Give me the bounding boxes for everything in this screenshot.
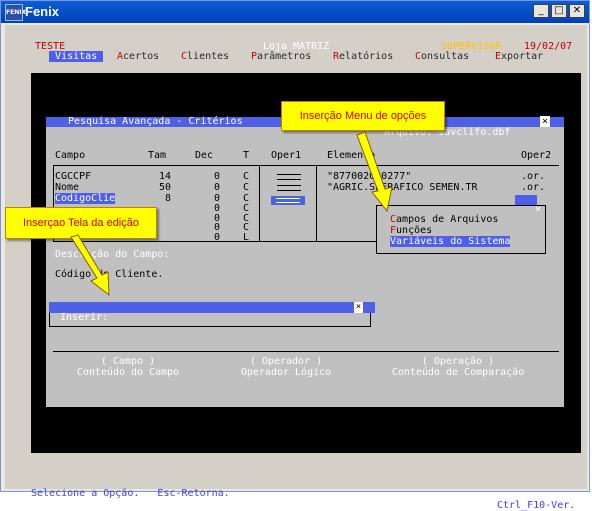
cell-elemento: "877002000277": [327, 171, 412, 182]
cell-tam: 8: [165, 193, 172, 204]
menu-label: certos: [123, 51, 160, 62]
menu-label: isitas: [61, 51, 98, 62]
menu-label: arâmetros: [257, 51, 312, 62]
window-title: Fenix: [25, 4, 59, 19]
table-header-divider: [53, 165, 559, 166]
edit-close-button[interactable]: ×: [354, 302, 363, 313]
field-description-label: Descrição do Campo:: [55, 249, 170, 260]
footer-operador-subtitle: Operador Lógico: [240, 367, 332, 378]
menu-item-exportar[interactable]: Exportar: [495, 51, 543, 62]
shortcut-hint: Ctrl_F10-Ver.: [497, 500, 576, 511]
col-header-campo: Campo: [55, 150, 86, 161]
popup-item-variaveis-sistema[interactable]: Variáveis do Sistema: [390, 236, 511, 247]
col-header-elemento: Elemento: [327, 150, 376, 161]
footer-operacao-title[interactable]: ( Operação ): [401, 356, 515, 367]
cell-dec: 0: [214, 182, 221, 193]
oper2-selected-cell[interactable]: [515, 195, 537, 205]
equals-operator-icon: [277, 185, 301, 191]
footer-operacao-subtitle: Conteúdo de Comparação: [391, 367, 525, 378]
col-header-oper2: Oper2: [521, 150, 552, 161]
cell-tam: 14: [159, 171, 172, 182]
minimize-button[interactable]: _: [533, 4, 549, 18]
menu-item-acertos[interactable]: Acertos: [117, 51, 159, 62]
menu-label: unções: [396, 225, 433, 236]
cell-campo: CodigoClie: [55, 193, 116, 204]
dialog-close-button[interactable]: ×: [540, 116, 550, 127]
callout-text: Inserção Menu de opções: [299, 110, 427, 122]
cell-type: C: [243, 182, 250, 193]
menu-item-consultas[interactable]: Consultas: [415, 51, 469, 62]
insert-field[interactable]: Inserir:: [49, 312, 371, 327]
dialog-title: Pesquisa Avançada - Critérios: [68, 116, 243, 127]
menu-label: ampos de Arquivos: [396, 214, 499, 225]
menu-label: elatórios: [339, 51, 394, 62]
footer-campo-title[interactable]: ( Campo ): [71, 356, 185, 367]
footer-divider: [53, 351, 559, 352]
footer-campo-subtitle: Conteúdo do Campo: [76, 367, 180, 378]
menu-label: lientes: [187, 51, 230, 62]
menu-label: onsultas: [421, 51, 470, 62]
cell-elemento: "AGRIC.SPERAFICO SEMEN.TR: [327, 182, 478, 193]
popup-item-funcoes[interactable]: Funções: [390, 225, 432, 236]
close-button[interactable]: ✕: [569, 4, 585, 18]
menu-label: ariáveis do Sistema: [396, 236, 511, 247]
app-window: FENIX Fenix _ □ ✕ TESTE Loja MATRIZ SUPE…: [0, 0, 590, 511]
menu-item-relatorios[interactable]: Relatórios: [333, 51, 393, 62]
equals-operator-icon: [277, 174, 301, 180]
menu-item-visitas[interactable]: Visitas: [49, 51, 104, 62]
edit-scroll-block: [363, 302, 375, 313]
popup-item-campos-arquivos[interactable]: Campos de Arquivos: [390, 214, 498, 225]
footer-operador-title[interactable]: ( Operador ): [229, 356, 343, 367]
operator-cell-selected[interactable]: [271, 196, 305, 205]
col-header-dec: Dec: [195, 150, 214, 161]
callout-edit-insertion: Inserçao Tela da edição: [5, 207, 157, 239]
cell-tam: 50: [159, 182, 172, 193]
table-border: [316, 165, 317, 241]
col-header-t: T: [243, 150, 250, 161]
callout-text: Inserçao Tela da edição: [23, 217, 139, 229]
cell-dec: 0: [214, 171, 221, 182]
cell-oper2: .or.: [521, 171, 546, 182]
col-header-oper1: Oper1: [271, 150, 302, 161]
app-icon: FENIX: [5, 4, 26, 21]
insert-label: Inserir:: [54, 312, 109, 323]
insert-options-popup: × Campos de Arquivos Funções Variáveis d…: [376, 204, 546, 254]
col-header-tam: Tam: [148, 150, 167, 161]
cell-campo: Nome: [55, 182, 80, 193]
cell-dec: 0: [214, 232, 221, 243]
menu-item-parametros[interactable]: Parâmetros: [251, 51, 311, 62]
cell-type: L: [243, 232, 250, 243]
maximize-button[interactable]: □: [551, 4, 567, 18]
cell-type: C: [243, 171, 250, 182]
callout-menu-insertion: Inserção Menu de opções: [281, 101, 445, 131]
equals-operator-icon: [276, 198, 300, 203]
menu-label: xportar: [501, 51, 544, 62]
title-bar[interactable]: FENIX Fenix _ □ ✕: [1, 1, 589, 23]
cell-oper2: .or.: [521, 182, 546, 193]
popup-close-button[interactable]: ×: [535, 204, 541, 215]
menu-item-clientes[interactable]: Clientes: [181, 51, 229, 62]
table-border: [259, 165, 260, 241]
field-description-value: Código do Cliente.: [55, 269, 164, 280]
cell-campo: CGCCPF: [55, 171, 92, 182]
